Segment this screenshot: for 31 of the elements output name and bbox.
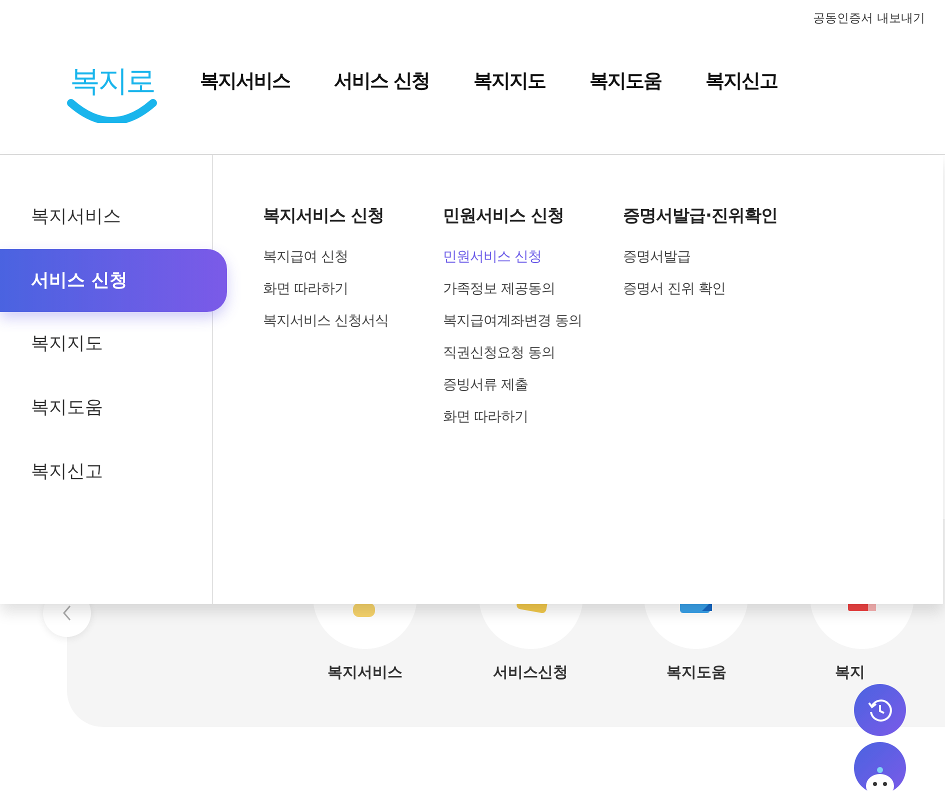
sidebar-item[interactable]: 복지신고 bbox=[0, 440, 212, 504]
submenu-link[interactable]: 화면 따라하기 bbox=[263, 273, 443, 305]
quick-menu-label[interactable]: 복지도움 bbox=[666, 663, 726, 682]
chatbot-button[interactable] bbox=[854, 742, 906, 791]
submenu-link[interactable]: 직권신청요청 동의 bbox=[443, 337, 623, 369]
submenu-link[interactable]: 증명서 진위 확인 bbox=[623, 273, 803, 305]
quick-menu-label[interactable]: 복지서비스 bbox=[327, 663, 402, 682]
submenu-link[interactable]: 화면 따라하기 bbox=[443, 401, 623, 433]
quick-menu-label[interactable]: 복지 bbox=[835, 663, 866, 682]
submenu-heading: 민원서비스 신청 bbox=[443, 205, 565, 227]
submenu-link[interactable]: 복지서비스 신청서식 bbox=[263, 305, 443, 337]
submenu-link[interactable]: 가족정보 제공동의 bbox=[443, 273, 623, 305]
submenu-heading: 복지서비스 신청 bbox=[263, 205, 385, 227]
sidebar-item[interactable]: 복지서비스 bbox=[0, 185, 212, 249]
nav-menu-item[interactable]: 복지도움 bbox=[590, 68, 662, 94]
certificate-export-link[interactable]: 공동인증서 내보내기 bbox=[813, 10, 925, 30]
nav-menu-item[interactable]: 복지서비스 bbox=[200, 68, 290, 94]
quick-menu-label[interactable]: 서비스신청 bbox=[493, 663, 568, 682]
sidebar-item[interactable]: 복지지도 bbox=[0, 312, 212, 376]
submenu-link[interactable]: 복지급여 신청 bbox=[263, 241, 443, 273]
submenu-link[interactable]: 민원서비스 신청 bbox=[443, 241, 623, 273]
sidebar-item[interactable]: 서비스 신청 bbox=[0, 249, 227, 312]
sidebar-item[interactable]: 복지도움 bbox=[0, 376, 212, 440]
nav-menu-item[interactable]: 복지지도 bbox=[474, 68, 546, 94]
submenu-link[interactable]: 증명서발급 bbox=[623, 241, 803, 273]
nav-menu-item[interactable]: 복지신고 bbox=[706, 68, 778, 94]
submenu-heading: 증명서발급·진위확인 bbox=[623, 205, 778, 227]
chevron-left-icon bbox=[62, 604, 72, 622]
nav-menu-item[interactable]: 서비스 신청 bbox=[334, 68, 430, 94]
submenu-link[interactable]: 증빙서류 제출 bbox=[443, 369, 623, 401]
submenu-link[interactable]: 복지급여계좌변경 동의 bbox=[443, 305, 623, 337]
